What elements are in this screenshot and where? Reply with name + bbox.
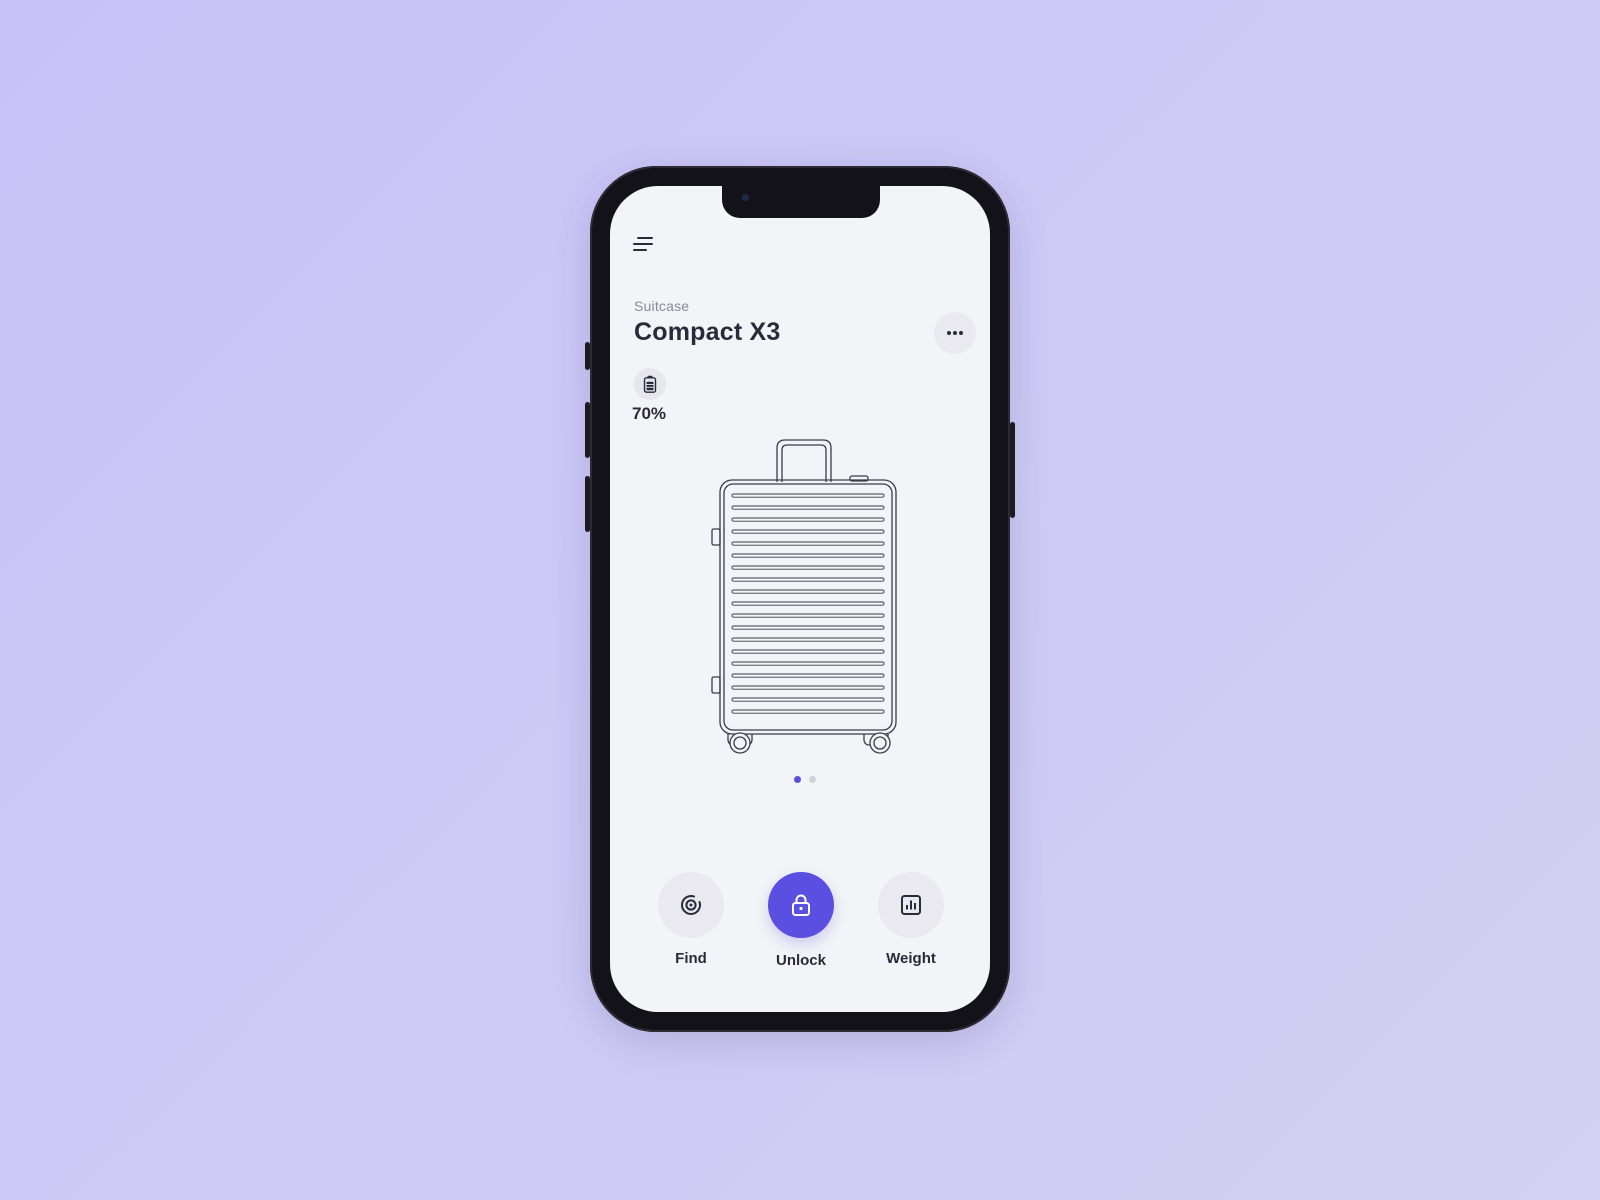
suitcase-rib bbox=[731, 709, 885, 714]
suitcase-rib bbox=[731, 589, 885, 594]
unlock-action[interactable]: Unlock bbox=[756, 872, 846, 969]
weight-label: Weight bbox=[886, 950, 936, 967]
target-icon bbox=[681, 895, 701, 915]
suitcase-rib bbox=[731, 685, 885, 690]
suitcase-rib bbox=[731, 493, 885, 498]
suitcase-rib bbox=[731, 613, 885, 618]
camera bbox=[742, 194, 749, 201]
device-category: Suitcase bbox=[634, 298, 690, 314]
suitcase-rib bbox=[731, 601, 885, 606]
app-screen: Suitcase Compact X3 70% Find Unlock Weig… bbox=[610, 186, 990, 1012]
suitcase-rib bbox=[731, 529, 885, 534]
suitcase-rib bbox=[731, 637, 885, 642]
suitcase-rib bbox=[731, 661, 885, 666]
suitcase-rib bbox=[731, 517, 885, 522]
unlock-button[interactable] bbox=[768, 872, 834, 938]
side-button-power bbox=[1010, 422, 1015, 518]
weight-action[interactable]: Weight bbox=[866, 872, 956, 967]
unlock-label: Unlock bbox=[775, 952, 826, 969]
find-button[interactable] bbox=[658, 872, 724, 938]
suitcase-rib bbox=[731, 577, 885, 582]
suitcase-rib bbox=[731, 649, 885, 654]
more-options-button[interactable] bbox=[934, 312, 976, 354]
phone-frame: Suitcase Compact X3 70% Find Unlock Weig… bbox=[585, 166, 1015, 1032]
lock-icon bbox=[792, 894, 810, 916]
device-title: Compact X3 bbox=[634, 318, 781, 346]
menu-icon bbox=[633, 237, 653, 251]
carousel-dot-2[interactable] bbox=[809, 776, 816, 783]
find-label: Find bbox=[675, 950, 707, 967]
suitcase-rib bbox=[731, 697, 885, 702]
side-button-volume-up bbox=[585, 402, 590, 458]
suitcase-rib bbox=[731, 505, 885, 510]
suitcase-rib bbox=[731, 625, 885, 630]
suitcase-rib bbox=[731, 673, 885, 678]
notch bbox=[722, 186, 880, 218]
menu-button[interactable] bbox=[632, 236, 656, 256]
battery-icon bbox=[643, 375, 657, 393]
suitcase-illustration bbox=[711, 439, 897, 754]
battery-level: 70% bbox=[632, 404, 667, 423]
suitcase-rib bbox=[731, 565, 885, 570]
side-button-silent bbox=[585, 342, 590, 370]
side-button-volume-down bbox=[585, 476, 590, 532]
carousel-dot-1[interactable] bbox=[794, 776, 801, 783]
find-action[interactable]: Find bbox=[646, 872, 736, 967]
suitcase-rib bbox=[731, 541, 885, 546]
weight-button[interactable] bbox=[878, 872, 944, 938]
suitcase-rib bbox=[731, 553, 885, 558]
more-dots-icon bbox=[947, 331, 963, 335]
carousel-indicator bbox=[794, 776, 816, 783]
battery-badge bbox=[634, 368, 666, 400]
bar-chart-icon bbox=[901, 895, 921, 915]
